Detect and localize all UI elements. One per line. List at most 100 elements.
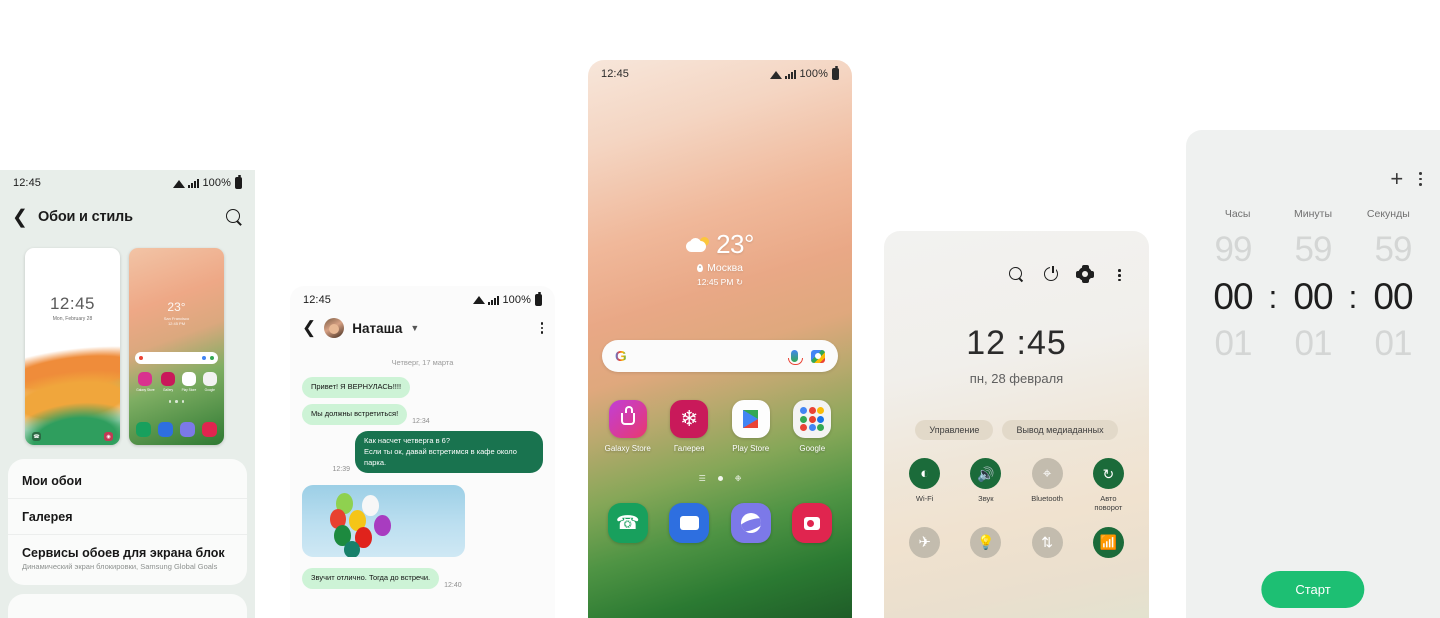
plus-icon[interactable]: +: [1390, 168, 1403, 190]
list-item-gallery[interactable]: Галерея: [8, 498, 247, 534]
phone-icon[interactable]: ☎: [607, 503, 648, 543]
toggle-wifi[interactable]: ◐ Wi-Fi: [899, 458, 951, 513]
internet-icon[interactable]: [730, 503, 771, 543]
microphone-icon[interactable]: [788, 350, 803, 365]
search-icon[interactable]: [1009, 267, 1024, 282]
camera-icon[interactable]: [792, 503, 833, 543]
app-play-store[interactable]: Play Store: [726, 400, 776, 453]
message-image-balloons[interactable]: [302, 485, 465, 558]
timer-wheel[interactable]: 99 : 59 : 59 00 : 00 : 00 01 : 01 : 01: [1186, 220, 1440, 364]
refresh-icon[interactable]: ↻: [736, 277, 743, 287]
clock-label: 12:45 PM: [697, 277, 734, 287]
message-bubble-incoming[interactable]: Мы должны встретиться!: [302, 403, 408, 425]
seconds-value[interactable]: 00: [1360, 276, 1426, 318]
app-bar: ❮ Обои и стиль: [0, 196, 255, 238]
message-row: Мы должны встретиться! 12:34: [302, 403, 543, 425]
clock-date: пн, 28 февраля: [969, 371, 1064, 386]
more-vertical-icon[interactable]: [540, 320, 543, 336]
message-timestamp: 12:39: [332, 466, 351, 474]
galaxy-store-icon: [608, 400, 647, 438]
toggle-hotspot[interactable]: 📶: [1082, 526, 1134, 558]
auto-rotate-icon: ↻: [1092, 458, 1124, 489]
toggle-mobile-data[interactable]: ⇅: [1021, 526, 1073, 558]
battery-icon: [832, 66, 839, 80]
chevron-down-icon[interactable]: ▼: [410, 323, 419, 333]
timer-row-below: 01 : 01 : 01: [1200, 324, 1426, 364]
chip-device-control[interactable]: Управление: [915, 420, 994, 440]
more-vertical-icon[interactable]: [1112, 267, 1127, 282]
toggle-label: Авто поворот: [1094, 494, 1123, 513]
sound-icon: 🔊: [970, 458, 1002, 489]
toggle-sound[interactable]: 🔊 Звук: [960, 458, 1012, 513]
wallpaper-extra-card[interactable]: [8, 594, 247, 618]
search-icon[interactable]: [226, 208, 243, 226]
battery-icon: [535, 291, 542, 306]
preview-page-dots: [129, 400, 224, 403]
seconds-above: 59: [1374, 230, 1413, 269]
camera-icon: [201, 422, 217, 437]
google-search-bar[interactable]: G: [602, 340, 838, 372]
preview-weather: 23° San Francisco 12:45 PM: [129, 300, 224, 326]
separator-ghost: :: [1346, 326, 1360, 363]
timer-panel: + Часы Минуты Секунды 99 : 59 : 59 00 : …: [1186, 130, 1440, 618]
seconds-below: 01: [1374, 324, 1413, 363]
signal-icon: [188, 178, 200, 188]
wallpaper-options-card: Мои обои Галерея Сервисы обоев для экран…: [8, 459, 247, 585]
message-bubble-incoming[interactable]: Привет! Я ВЕРНУЛАСЬ!!!!: [302, 377, 411, 398]
preview-search-bar: [135, 352, 218, 364]
google-folder-icon: [793, 400, 832, 438]
internet-icon: [179, 422, 195, 437]
message-bubble-incoming[interactable]: Звучит отлично. Тогда до встречи.: [302, 568, 440, 590]
list-item-wallpaper-services[interactable]: Сервисы обоев для экрана блок Динамическ…: [8, 534, 247, 581]
quick-panel-toolbar: [884, 231, 1149, 283]
minutes-below: 01: [1294, 324, 1333, 363]
preview-app: Google: [202, 372, 217, 392]
google-lens-icon[interactable]: [811, 349, 825, 363]
google-logo-icon: G: [615, 347, 627, 365]
power-icon[interactable]: [1044, 266, 1058, 281]
separator: :: [1268, 278, 1278, 315]
message-timestamp: 12:40: [444, 582, 462, 590]
date-divider: Четверг, 17 марта: [391, 358, 454, 367]
gallery-icon: ❄: [670, 400, 709, 438]
message-bubble-outgoing[interactable]: Как насчет четверга в 6? Если ты ок, дав…: [355, 430, 543, 474]
balloon: [362, 495, 379, 517]
quick-toggles-row-1: ◐ Wi-Fi 🔊 Звук ⌖ Bluetooth ↻ Авто поворо…: [884, 458, 1149, 513]
list-item-title: Галерея: [22, 510, 73, 524]
chip-media-output[interactable]: Вывод медиаданных: [1002, 420, 1118, 440]
app-galaxy-store[interactable]: Galaxy Store: [603, 400, 653, 453]
quick-toggles-row-2: ✈ 💡 ⇅ 📶: [884, 526, 1149, 558]
messages-icon[interactable]: [669, 503, 710, 543]
app-google-folder[interactable]: Google: [787, 400, 837, 453]
lock-screen-preview[interactable]: 12:45 Mon, February 28 ☎ ◉: [25, 248, 120, 445]
toggle-airplane-mode[interactable]: ✈: [899, 526, 951, 558]
toggle-flashlight[interactable]: 💡: [960, 526, 1012, 558]
microphone-icon: [202, 356, 206, 360]
preview-app: Galaxy Store: [136, 372, 155, 392]
toggle-auto-rotate[interactable]: ↻ Авто поворот: [1082, 458, 1134, 513]
list-item-title: Сервисы обоев для экрана блок: [22, 546, 225, 560]
widget-icon[interactable]: ❉: [735, 474, 742, 483]
apps-list-icon[interactable]: ☰: [699, 474, 706, 483]
screenshot-root: 12:45 100% ❮ Обои и стиль 12:45 Mon, Feb…: [0, 0, 1440, 618]
list-item-my-wallpapers[interactable]: Мои обои: [8, 463, 247, 498]
app-gallery[interactable]: ❄ Галерея: [664, 400, 714, 453]
airplane-mode-icon: ✈: [909, 526, 941, 558]
home-screen-preview[interactable]: 23° San Francisco 12:45 PM Galaxy Store …: [129, 248, 224, 445]
start-button[interactable]: Старт: [1261, 571, 1365, 608]
gear-icon[interactable]: [1076, 265, 1094, 283]
message-row: Звучит отлично. Тогда до встречи. 12:40: [302, 568, 543, 590]
toggle-bluetooth[interactable]: ⌖ Bluetooth: [1021, 458, 1073, 513]
flashlight-icon: 💡: [970, 526, 1002, 558]
back-chevron-icon[interactable]: ❮: [302, 318, 316, 338]
minutes-value[interactable]: 00: [1280, 276, 1346, 318]
hours-value[interactable]: 00: [1200, 276, 1266, 318]
back-chevron-icon[interactable]: ❮: [12, 208, 28, 227]
preview-app: Play Store: [182, 372, 196, 392]
header-minutes: Минуты: [1293, 208, 1332, 220]
more-vertical-icon[interactable]: [1419, 170, 1422, 188]
home-icon[interactable]: [717, 476, 723, 481]
weather-widget[interactable]: 23° Москва 12:45 PM ↻: [588, 229, 852, 288]
balloon: [374, 515, 391, 537]
preview-temp: 23°: [167, 300, 186, 314]
